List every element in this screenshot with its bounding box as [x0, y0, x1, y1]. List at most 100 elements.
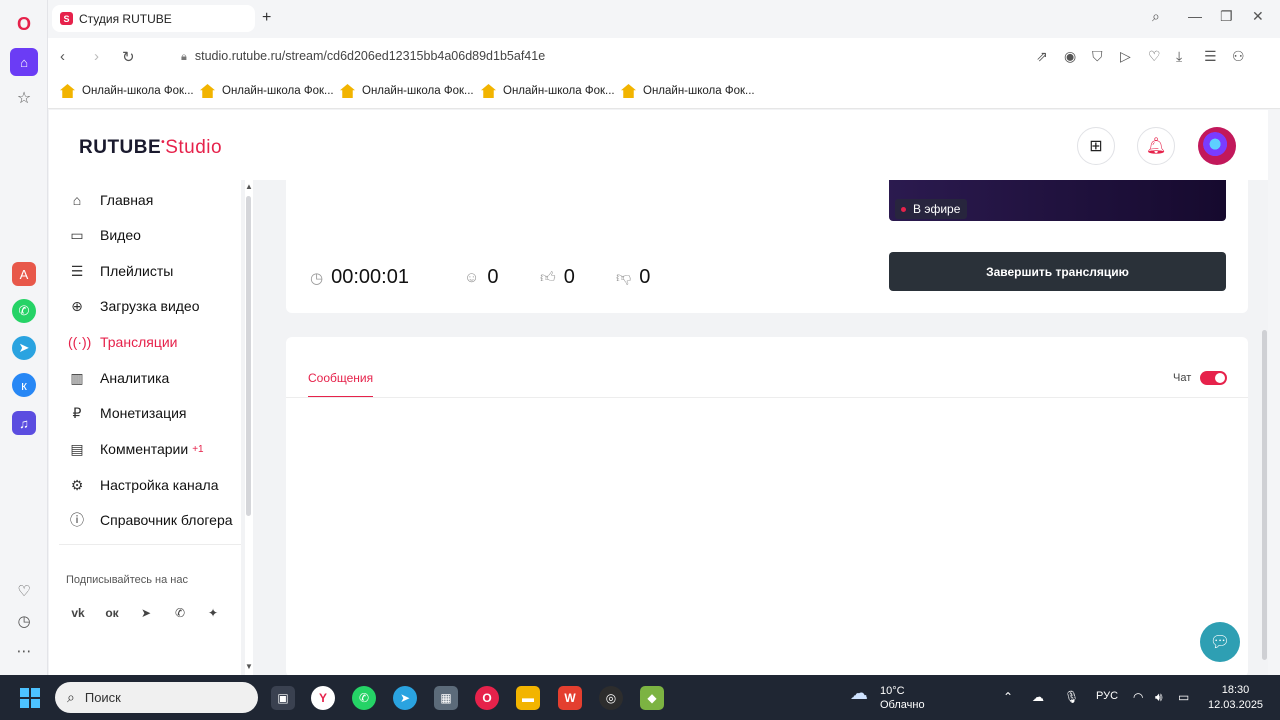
close-icon[interactable]: ✕ [1252, 8, 1264, 25]
language-indicator[interactable]: РУС [1096, 690, 1118, 702]
address-bar: ‹ › ↻ 🔒︎ studio.rutube.ru/stream/cd6d206e… [48, 38, 1280, 76]
wifi-icon[interactable]: ◠ [1133, 690, 1143, 704]
minimize-icon[interactable]: — [1188, 8, 1202, 24]
heart-icon[interactable]: ♡ [12, 579, 36, 603]
app-icon[interactable]: ◆ [640, 686, 664, 710]
sidebar-scroll-thumb[interactable] [246, 196, 251, 516]
profile-icon[interactable]: ⚇ [1232, 48, 1245, 65]
menu-icon[interactable]: ☰ [1204, 48, 1217, 65]
chevron-up-icon[interactable]: ⌃ [1003, 690, 1013, 704]
bookmark-item[interactable]: Онлайн-школа Фок... [200, 84, 334, 98]
forward-icon[interactable]: › [94, 48, 99, 65]
divider [59, 544, 241, 545]
toggle-knob [1215, 373, 1225, 383]
sidebar-item-channel-settings[interactable]: ⚙ Настройка канала [49, 470, 241, 500]
sidebar-item-monetization[interactable]: ₽ Монетизация [49, 398, 241, 428]
sidebar-item-broadcasts[interactable]: ((·)) Трансляции [49, 327, 241, 357]
bookmark-item[interactable]: Онлайн-школа Фок... [621, 84, 755, 98]
bookmarks-bar: Онлайн-школа Фок... Онлайн-школа Фок... … [48, 76, 1280, 109]
camera-icon[interactable]: ◉ [1064, 48, 1076, 65]
obs-studio-icon[interactable]: ◎ [599, 686, 623, 710]
aria-icon[interactable]: A [12, 262, 36, 286]
reload-icon[interactable]: ↻ [122, 48, 135, 66]
calculator-icon[interactable]: ▦ [434, 686, 458, 710]
add-content-button[interactable]: ⊞ [1077, 127, 1115, 165]
whatsapp-icon[interactable]: ✆ [352, 686, 376, 710]
windows-start-icon[interactable] [20, 688, 40, 708]
taskbar-search[interactable]: ⌕ Поиск [55, 682, 258, 713]
history-icon[interactable]: ◷ [12, 609, 36, 633]
microphone-icon[interactable]: 🎙︎ [1064, 690, 1079, 704]
support-chat-icon[interactable]: 💬︎ [1200, 622, 1240, 662]
vk-icon[interactable]: к [12, 373, 36, 397]
dzen-icon[interactable]: ✦ [202, 602, 224, 624]
shield-icon[interactable]: ⛉ [1092, 48, 1103, 65]
broadcast-icon: ((·)) [68, 334, 92, 350]
taskbar-clock[interactable]: 18:30 12.03.2025 [1208, 683, 1263, 713]
player-icon[interactable]: ♫ [12, 411, 36, 435]
comment-icon: ▤ [70, 440, 84, 457]
battery-icon[interactable]: ▭ [1178, 690, 1189, 704]
stream-preview[interactable]: В эфире [889, 180, 1226, 221]
back-icon[interactable]: ‹ [60, 48, 65, 65]
tab-messages[interactable]: Сообщения [308, 371, 374, 398]
telegram-icon[interactable]: ➤ [135, 602, 157, 624]
bookmark-item[interactable]: Онлайн-школа Фок... [481, 84, 615, 98]
opera-logo-icon[interactable]: O [12, 12, 36, 36]
star-icon[interactable]: ☆ [12, 86, 36, 110]
new-tab-icon[interactable]: + [262, 9, 271, 27]
follow-us-label: Подписывайтесь на нас [66, 574, 188, 586]
comment-count-badge: +1 [192, 443, 204, 455]
avatar[interactable] [1198, 127, 1236, 165]
heart-icon[interactable]: ♡ [1148, 48, 1161, 65]
opera-icon[interactable]: O [475, 686, 499, 710]
file-explorer-icon[interactable]: ▬ [516, 686, 540, 710]
scroll-down-icon[interactable]: ▼ [245, 662, 253, 671]
volume-icon[interactable]: 🔊︎ [1155, 690, 1163, 705]
wps-office-icon[interactable]: W [558, 686, 582, 710]
analytics-icon: ▥ [70, 369, 84, 386]
tab-bar: S Студия RUTUBE + ⌕ — ❐ ✕ [48, 0, 1280, 38]
chat-toggle[interactable] [1200, 371, 1227, 385]
weather-widget[interactable]: ☁ 10°C Облачно [850, 684, 925, 712]
thumbs-up-icon: 👍︎ [540, 268, 556, 286]
ok-icon[interactable]: ок [101, 602, 123, 624]
viber-icon[interactable]: ✆ [169, 602, 191, 624]
flow-icon[interactable]: ▷ [1120, 48, 1131, 65]
browser-tab[interactable]: S Студия RUTUBE [52, 5, 255, 32]
sidebar-scrollbar[interactable]: ▲ ▼ [245, 180, 253, 675]
rutube-studio-logo[interactable]: RUTUBE•Studio [79, 137, 222, 159]
sidebar-item-home[interactable]: ⌂ Главная [49, 185, 241, 215]
sidebar-item-comments[interactable]: ▤ Комментарии +1 [49, 434, 241, 464]
home-icon[interactable]: ⌂ [10, 48, 38, 76]
video-icon: ▭ [70, 226, 84, 243]
more-icon[interactable]: ⋯ [12, 639, 36, 663]
playlist-icon: ☰ [70, 262, 84, 279]
sidebar-item-analytics[interactable]: ▥ Аналитика [49, 363, 241, 393]
bookmark-item[interactable]: Онлайн-школа Фок... [60, 84, 194, 98]
whatsapp-icon[interactable]: ✆ [12, 299, 36, 323]
yandex-browser-icon[interactable]: Y [311, 686, 335, 710]
share-icon[interactable]: ⇗ [1036, 48, 1048, 65]
sidebar-item-upload[interactable]: ⊕ Загрузка видео [49, 291, 241, 321]
page-scroll-thumb[interactable] [1262, 330, 1267, 660]
telegram-icon[interactable]: ➤ [12, 336, 36, 360]
cloud-off-icon[interactable]: ☁ [1032, 690, 1044, 704]
task-view-icon[interactable]: ▣ [271, 686, 295, 710]
bookmark-item[interactable]: Онлайн-школа Фок... [340, 84, 474, 98]
scroll-up-icon[interactable]: ▲ [245, 182, 253, 191]
restore-icon[interactable]: ❐ [1220, 8, 1233, 25]
sidebar-item-playlists[interactable]: ☰ Плейлисты [49, 256, 241, 286]
house-icon [621, 84, 636, 98]
notifications-bell-icon[interactable]: 🔔︎ [1137, 127, 1175, 165]
sidebar-item-video[interactable]: ▭ Видео [49, 220, 241, 250]
end-stream-button[interactable]: Завершить трансляцию [889, 252, 1226, 291]
search-tabs-icon[interactable]: ⌕ [1152, 8, 1160, 25]
browser-edge [1268, 110, 1280, 675]
page-scrollbar[interactable] [1261, 110, 1268, 675]
vk-icon[interactable]: vk [67, 602, 89, 624]
url-field[interactable]: 🔒︎ studio.rutube.ru/stream/cd6d206ed12315… [181, 49, 545, 64]
telegram-icon[interactable]: ➤ [393, 686, 417, 710]
sidebar-item-blogger-guide[interactable]: ⓘ Справочник блогера [49, 505, 241, 535]
download-icon[interactable]: ⤓ [1176, 48, 1182, 65]
